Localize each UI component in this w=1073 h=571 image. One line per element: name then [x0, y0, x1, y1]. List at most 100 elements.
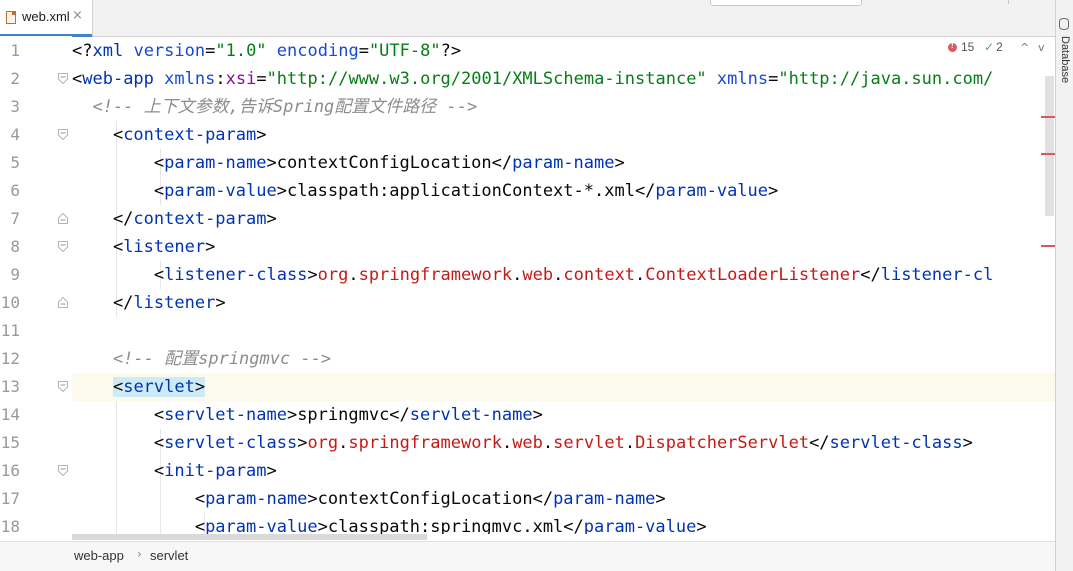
- scrollbar-thumb[interactable]: [1045, 76, 1054, 216]
- right-tool-window-bar: Database: [1055, 0, 1073, 571]
- code-token: =: [768, 69, 779, 89]
- code-line[interactable]: </context-param>: [72, 205, 1055, 233]
- code-line[interactable]: <servlet-class>org.springframework.web.s…: [72, 429, 1055, 457]
- tab-web-xml[interactable]: web.xml ×: [0, 0, 93, 37]
- horizontal-scrollbar-thumb[interactable]: [72, 534, 427, 540]
- code-token: .: [553, 265, 564, 285]
- code-token: <!-- 配置springmvc -->: [72, 349, 332, 369]
- code-token: context: [563, 265, 636, 285]
- code-token: xmlns: [716, 69, 769, 89]
- code-token: springframework: [358, 265, 513, 285]
- check-icon: ✓: [984, 40, 995, 54]
- fold-end-icon[interactable]: [58, 297, 68, 308]
- code-line[interactable]: <web-app xmlns:xsi="http://www.w3.org/20…: [72, 65, 1055, 93]
- code-token: <: [72, 517, 206, 534]
- code-token: .: [501, 433, 513, 453]
- code-token: ContextLoaderListener: [645, 265, 861, 285]
- code-token: xml: [92, 41, 124, 61]
- search-field[interactable]: [710, 0, 862, 6]
- code-line-text: <!-- 上下文参数,告诉Spring配置文件路径 -->: [72, 93, 477, 121]
- breadcrumb-separator: ›: [137, 547, 142, 561]
- code-token: >: [614, 153, 625, 173]
- error-stripe-mark[interactable]: [1041, 116, 1055, 118]
- error-count[interactable]: 15: [948, 40, 974, 54]
- code-token: xmlns: [164, 69, 216, 89]
- vertical-scrollbar[interactable]: [1041, 36, 1055, 534]
- code-token: >: [266, 461, 277, 481]
- code-line-text: <param-name>contextConfigLocation</param…: [72, 485, 666, 513]
- line-number-gutter[interactable]: 1 2 3 4 5 6 7 8 9 10 11 12 13 14 15 16 17 18: [0, 36, 72, 534]
- code-line[interactable]: <!-- 上下文参数,告诉Spring配置文件路径 -->: [72, 93, 1055, 121]
- fold-collapse-icon[interactable]: [58, 73, 68, 84]
- code-token: init-param: [164, 461, 267, 481]
- chevron-up-icon[interactable]: ^: [1020, 41, 1029, 54]
- code-line-text: <listener>: [72, 233, 215, 261]
- code-token: web-app: [82, 69, 154, 89]
- code-token: >: [307, 265, 318, 285]
- code-token: >: [266, 209, 277, 229]
- code-token: >: [962, 433, 973, 453]
- code-line-text: <?xml version="1.0" encoding="UTF-8"?>: [72, 37, 461, 65]
- fold-collapse-icon[interactable]: [58, 381, 68, 392]
- code-token: >contextConfigLocation</: [307, 489, 554, 509]
- breadcrumb-servlet[interactable]: servlet: [150, 548, 188, 563]
- code-line[interactable]: <listener-class>org.springframework.web.…: [72, 261, 1055, 289]
- code-line[interactable]: <listener>: [72, 233, 1055, 261]
- code-line[interactable]: <!-- 配置springmvc -->: [72, 345, 1055, 373]
- code-token: param-name: [553, 489, 656, 509]
- line-number: 8: [10, 237, 20, 256]
- code-token: <: [72, 153, 165, 173]
- code-line[interactable]: [72, 317, 1055, 345]
- fold-end-icon[interactable]: [58, 213, 68, 224]
- code-token: <?: [72, 41, 93, 61]
- error-stripe-mark[interactable]: [1041, 153, 1055, 155]
- code-token: .: [624, 433, 636, 453]
- code-token: >: [205, 237, 216, 257]
- code-line-text: <init-param>: [72, 457, 277, 485]
- check-count[interactable]: ✓ 2: [984, 40, 1003, 54]
- close-icon[interactable]: ×: [72, 8, 83, 23]
- code-line[interactable]: <context-param>: [72, 121, 1055, 149]
- code-token: >springmvc</: [286, 405, 410, 425]
- code-line[interactable]: <param-value>classpath:applicationContex…: [72, 177, 1055, 205]
- fold-collapse-icon[interactable]: [58, 465, 68, 476]
- line-number: 10: [0, 293, 20, 312]
- line-number: 11: [0, 321, 20, 340]
- code-token: >: [194, 377, 206, 397]
- fold-collapse-icon[interactable]: [58, 241, 68, 252]
- code-line[interactable]: <param-name>contextConfigLocation</param…: [72, 149, 1055, 177]
- code-token: version: [133, 41, 206, 61]
- code-line-text: <servlet-class>org.springframework.web.s…: [72, 429, 973, 457]
- code-token: org: [317, 265, 349, 285]
- error-stripe-mark[interactable]: [1041, 245, 1055, 247]
- code-line[interactable]: </listener>: [72, 289, 1055, 317]
- code-token: .: [348, 265, 359, 285]
- code-token: context-param: [123, 125, 257, 145]
- code-token: "http://java.sun.com/: [778, 69, 994, 89]
- code-line[interactable]: <servlet-name>springmvc</servlet-name>: [72, 401, 1055, 429]
- code-token: param-value: [164, 181, 277, 201]
- code-token: ?>: [440, 41, 462, 61]
- breadcrumb-web-app[interactable]: web-app: [74, 548, 124, 563]
- toolbar-divider: [1008, 0, 1009, 4]
- code-line[interactable]: <init-param>: [72, 457, 1055, 485]
- code-line[interactable]: <param-name>contextConfigLocation</param…: [72, 485, 1055, 513]
- code-token: servlet: [123, 377, 195, 397]
- code-line[interactable]: <servlet>: [72, 373, 1055, 401]
- fold-collapse-icon[interactable]: [58, 129, 68, 140]
- database-label: Database: [1059, 36, 1071, 84]
- code-line[interactable]: <param-value>classpath:springmvc.xml</pa…: [72, 513, 1055, 534]
- code-line-text: <web-app xmlns:xsi="http://www.w3.org/20…: [72, 65, 993, 93]
- code-token: .: [542, 433, 554, 453]
- code-line-text: </listener>: [72, 289, 226, 317]
- line-number: 18: [0, 517, 20, 534]
- code-editor[interactable]: <?xml version="1.0" encoding="UTF-8"?> < w…: [72, 36, 1055, 534]
- code-token: .: [635, 265, 646, 285]
- code-token: servlet: [553, 433, 625, 453]
- database-icon: [1059, 18, 1069, 30]
- code-token: <: [72, 433, 165, 453]
- code-token: xsi: [225, 69, 257, 89]
- code-line[interactable]: <?xml version="1.0" encoding="UTF-8"?>: [72, 37, 1055, 65]
